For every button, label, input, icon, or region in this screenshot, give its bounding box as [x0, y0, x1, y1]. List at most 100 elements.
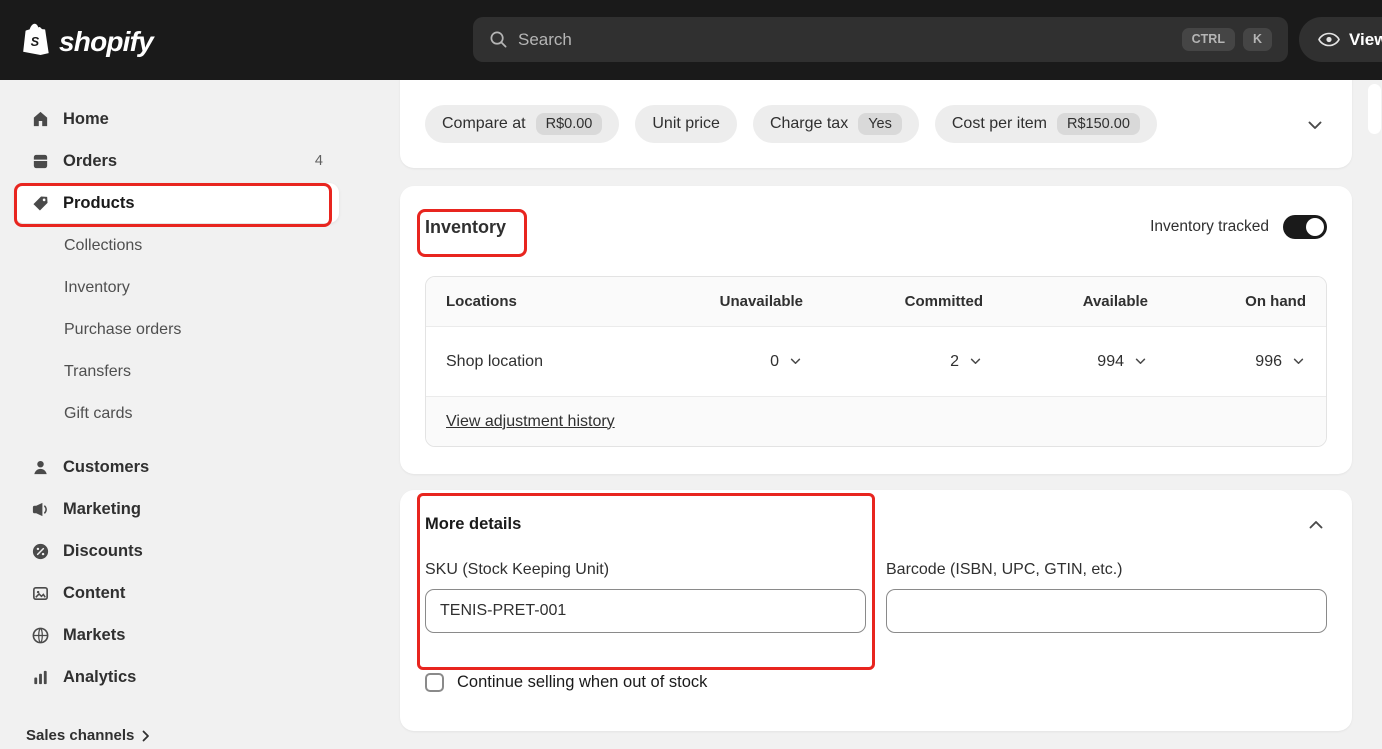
inventory-table-footer: View adjustment history — [426, 397, 1326, 446]
shopify-bag-icon: S — [22, 22, 52, 61]
sidebar-item-discounts[interactable]: Discounts — [14, 531, 339, 571]
barcode-input[interactable] — [886, 589, 1327, 633]
col-locations: Locations — [446, 293, 517, 310]
compare-at-pill[interactable]: Compare at R$0.00 — [425, 105, 620, 143]
kbd-k: K — [1242, 28, 1272, 51]
sidebar-item-home[interactable]: Home — [14, 99, 339, 139]
sidebar-subitem-transfers[interactable]: Transfers — [14, 351, 339, 393]
search-icon — [489, 30, 508, 49]
available-value: 994 — [1097, 352, 1124, 370]
chevron-down-icon[interactable] — [1304, 117, 1326, 134]
sidebar-item-label: Discounts — [63, 541, 143, 560]
orders-count-badge: 4 — [314, 153, 323, 169]
sidebar-subitem-inventory[interactable]: Inventory — [14, 267, 339, 309]
pricing-card: Compare at R$0.00 Unit price Charge tax … — [400, 80, 1352, 168]
inventory-title: Inventory — [425, 217, 507, 237]
inventory-table: Locations Unavailable Committed Availabl… — [425, 276, 1327, 447]
eye-icon — [1318, 32, 1340, 47]
pill-label: Charge tax — [769, 115, 849, 132]
topbar: S shopify CTRL K View — [0, 0, 1382, 80]
inventory-tracked-label: Inventory tracked — [1150, 218, 1269, 235]
sidebar-item-label: Home — [63, 109, 109, 128]
inventory-tracked-toggle[interactable] — [1283, 215, 1327, 239]
home-icon — [30, 109, 50, 129]
location-name: Shop location — [446, 352, 543, 370]
committed-dropdown-chevron-icon[interactable] — [968, 356, 983, 367]
cost-per-item-pill[interactable]: Cost per item R$150.00 — [934, 105, 1157, 143]
unit-price-pill[interactable]: Unit price — [635, 105, 737, 143]
inventory-card: Inventory Inventory tracked Locations Un… — [400, 186, 1352, 474]
sales-channels-label: Sales channels — [26, 727, 135, 744]
col-available: Available — [1082, 293, 1148, 310]
charge-tax-pill[interactable]: Charge tax Yes — [752, 105, 919, 143]
col-unavailable: Unavailable — [719, 293, 803, 310]
sidebar: Home Orders 4 Products Collections Inven… — [0, 80, 353, 749]
more-details-title: More details — [425, 515, 522, 533]
marketing-icon — [30, 499, 50, 519]
global-search[interactable]: CTRL K — [473, 17, 1288, 62]
orders-icon — [30, 151, 50, 171]
compare-at-value: R$0.00 — [535, 112, 603, 136]
more-details-card: More details SKU (Stock Keeping Unit) Ba… — [400, 490, 1352, 731]
sidebar-item-analytics[interactable]: Analytics — [14, 657, 339, 697]
sales-channels-header[interactable]: Sales channels — [26, 727, 150, 744]
sidebar-subitem-collections[interactable]: Collections — [14, 225, 339, 267]
sidebar-subitem-purchase-orders[interactable]: Purchase orders — [14, 309, 339, 351]
products-tag-icon — [30, 193, 50, 213]
unavailable-dropdown-chevron-icon[interactable] — [788, 356, 803, 367]
sidebar-item-markets[interactable]: Markets — [14, 615, 339, 655]
sku-input[interactable] — [425, 589, 866, 633]
shopify-logo[interactable]: S shopify — [22, 22, 154, 61]
pill-label: Compare at — [442, 115, 526, 132]
sidebar-item-products[interactable]: Products — [14, 183, 339, 223]
analytics-bars-icon — [30, 667, 50, 687]
view-button[interactable]: View — [1299, 17, 1382, 62]
pill-label: Unit price — [652, 115, 720, 132]
view-adjustment-history-link[interactable]: View adjustment history — [446, 413, 615, 431]
sidebar-item-label: Markets — [63, 625, 126, 644]
continue-selling-label: Continue selling when out of stock — [457, 673, 708, 691]
col-committed: Committed — [904, 293, 983, 310]
sidebar-item-marketing[interactable]: Marketing — [14, 489, 339, 529]
markets-globe-icon — [30, 625, 50, 645]
inventory-table-header: Locations Unavailable Committed Availabl… — [426, 277, 1326, 326]
scrollbar-thumb[interactable] — [1368, 84, 1381, 134]
sidebar-item-label: Analytics — [63, 667, 137, 686]
shopify-wordmark: shopify — [59, 25, 154, 57]
table-row: Shop location 0 2 994 996 — [426, 326, 1326, 397]
chevron-right-icon — [142, 730, 150, 742]
sidebar-item-content[interactable]: Content — [14, 573, 339, 613]
continue-selling-row: Continue selling when out of stock — [425, 673, 1327, 692]
cost-per-item-value: R$150.00 — [1057, 112, 1140, 136]
sidebar-item-label: Products — [63, 193, 135, 212]
search-input[interactable] — [518, 29, 1172, 50]
sidebar-item-orders[interactable]: Orders 4 — [14, 141, 339, 181]
discounts-icon — [30, 541, 50, 561]
toggle-knob — [1306, 218, 1324, 236]
barcode-field-group: Barcode (ISBN, UPC, GTIN, etc.) — [886, 560, 1327, 633]
main-content: Compare at R$0.00 Unit price Charge tax … — [353, 80, 1382, 749]
pricing-pills: Compare at R$0.00 Unit price Charge tax … — [425, 105, 1157, 143]
sidebar-item-label: Content — [63, 583, 126, 602]
view-button-label: View — [1349, 29, 1382, 49]
on-hand-value: 996 — [1255, 352, 1282, 370]
sku-label: SKU (Stock Keeping Unit) — [425, 561, 610, 578]
chevron-up-icon[interactable] — [1305, 516, 1327, 533]
committed-value: 2 — [950, 352, 959, 370]
sidebar-item-label: Orders — [63, 151, 118, 170]
pill-label: Cost per item — [951, 115, 1047, 132]
sku-field-group: SKU (Stock Keeping Unit) — [425, 560, 866, 633]
available-dropdown-chevron-icon[interactable] — [1133, 356, 1148, 367]
sidebar-item-label: Marketing — [63, 499, 141, 518]
kbd-ctrl: CTRL — [1181, 28, 1235, 51]
content-icon — [30, 583, 50, 603]
on-hand-dropdown-chevron-icon[interactable] — [1291, 356, 1306, 367]
continue-selling-checkbox[interactable] — [425, 673, 444, 692]
customers-icon — [30, 457, 50, 477]
sidebar-subitem-gift-cards[interactable]: Gift cards — [14, 393, 339, 435]
charge-tax-value: Yes — [858, 112, 902, 136]
col-on-hand: On hand — [1245, 293, 1306, 310]
sidebar-item-label: Customers — [63, 457, 150, 476]
sidebar-item-customers[interactable]: Customers — [14, 447, 339, 487]
svg-text:S: S — [31, 34, 40, 49]
